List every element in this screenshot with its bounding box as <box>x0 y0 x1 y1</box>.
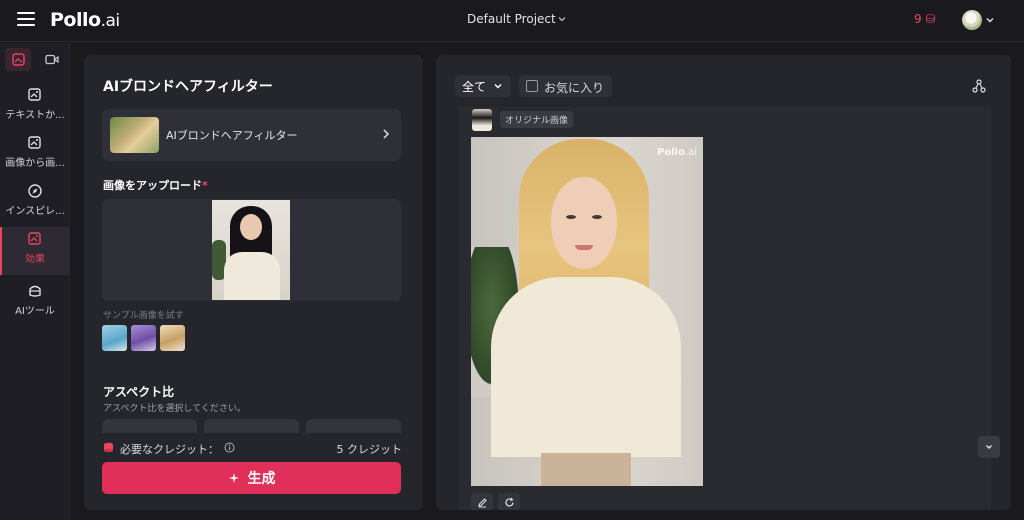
sidebar-item-ai-tools[interactable]: AIツール <box>0 279 70 327</box>
scroll-down-button[interactable] <box>978 436 1000 458</box>
tab-video[interactable] <box>39 48 65 71</box>
image-edit-icon <box>28 136 41 149</box>
credit-amount: 5 クレジット <box>336 443 403 456</box>
share-icon[interactable] <box>972 79 986 93</box>
settings-panel: AIブロンドヘアフィルター AIブロンドヘアフィルター 画像をアップロード* サ… <box>84 55 423 510</box>
results-panel: 全て お気に入り オリジナル画像 Pollo.ai <box>436 55 1011 510</box>
effect-thumbnail <box>110 117 159 153</box>
credit-balance[interactable]: 9 ⛁ <box>914 12 936 26</box>
chevron-down-icon <box>494 83 502 89</box>
video-icon <box>45 54 59 65</box>
image-edit-icon <box>28 88 41 101</box>
project-selector[interactable]: Default Project <box>467 12 556 26</box>
chevron-right-icon <box>383 129 390 139</box>
sidebar-item-image-to-image[interactable]: 画像から画... <box>0 131 70 179</box>
chevron-down-icon[interactable] <box>985 15 995 25</box>
chevron-down-icon <box>986 445 992 449</box>
sparkle-icon <box>228 473 239 483</box>
refresh-icon <box>504 497 514 506</box>
effect-name: AIブロンドヘアフィルター <box>166 129 298 142</box>
aspect-option-2[interactable] <box>204 419 299 433</box>
favorites-filter[interactable]: お気に入り <box>519 75 612 97</box>
avatar[interactable] <box>962 10 982 30</box>
top-bar: Pollo.ai Default Project 9 ⛁ <box>0 0 1024 42</box>
effect-selector[interactable]: AIブロンドヘアフィルター <box>102 109 401 161</box>
sample-image-2[interactable] <box>131 325 156 351</box>
image-upload-area[interactable] <box>102 199 401 301</box>
sidebar: テキストか... 画像から画... インスピレ... 効果 AIツール <box>0 43 70 520</box>
sidebar-item-effects[interactable]: 効果 <box>0 227 70 275</box>
toolbox-icon <box>29 285 41 297</box>
pencil-icon <box>477 497 487 507</box>
generate-button[interactable]: 生成 <box>102 462 401 494</box>
watermark: Pollo.ai <box>657 147 698 158</box>
chevron-down-icon[interactable] <box>556 13 568 25</box>
coins-icon <box>104 442 113 453</box>
aspect-option-1[interactable] <box>102 419 197 433</box>
effects-icon <box>28 232 41 245</box>
menu-icon[interactable] <box>17 12 35 28</box>
regenerate-button[interactable] <box>498 493 520 510</box>
sample-image-1[interactable] <box>102 325 127 351</box>
upload-label: 画像をアップロード* <box>103 179 208 192</box>
page-title: AIブロンドヘアフィルター <box>103 79 273 95</box>
aspect-ratio-title: アスペクト比 <box>103 385 175 399</box>
edit-button[interactable] <box>471 493 493 510</box>
generated-image[interactable]: Pollo.ai <box>471 137 703 486</box>
original-image-thumbnail[interactable] <box>472 109 492 131</box>
tab-image[interactable] <box>5 48 31 71</box>
filter-dropdown[interactable]: 全て <box>455 75 511 97</box>
uploaded-image <box>212 200 290 300</box>
sample-image-3[interactable] <box>160 325 185 351</box>
info-icon[interactable] <box>224 442 235 453</box>
original-image-tag: オリジナル画像 <box>500 111 574 128</box>
aspect-option-3[interactable] <box>306 419 401 433</box>
sample-label: サンプル画像を試す <box>103 311 184 321</box>
aspect-ratio-subtitle: アスペクト比を選択してください。 <box>103 404 246 414</box>
sidebar-item-inspiration[interactable]: インスピレ... <box>0 179 70 227</box>
sidebar-item-text-to-image[interactable]: テキストか... <box>0 83 70 131</box>
favorites-checkbox[interactable] <box>526 80 538 92</box>
logo[interactable]: Pollo.ai <box>50 9 120 31</box>
credit-cost-row: 必要なクレジット： 5 クレジット <box>103 439 402 457</box>
compass-icon <box>28 184 42 198</box>
image-icon <box>11 53 25 66</box>
coins-icon: ⛁ <box>925 12 936 26</box>
